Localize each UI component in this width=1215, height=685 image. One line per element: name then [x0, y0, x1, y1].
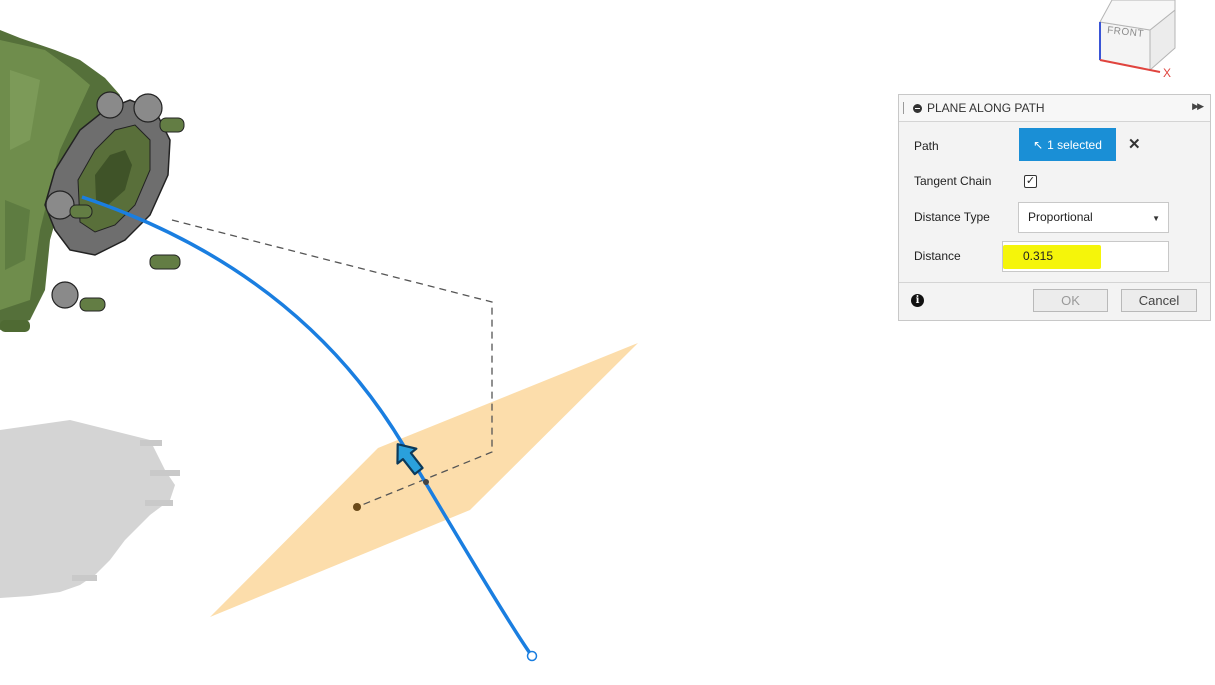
- viewcube-x-axis-label: X: [1163, 66, 1172, 80]
- distance-label: Distance: [914, 249, 961, 263]
- 3d-model-housing[interactable]: [0, 30, 185, 332]
- checkbox-check-icon: ✓: [1025, 174, 1036, 187]
- distance-type-select[interactable]: Proportional ▼: [1018, 201, 1169, 233]
- model-shadow: [0, 420, 180, 598]
- dropdown-arrow-icon: ▼: [1152, 213, 1160, 223]
- dialog-title: PLANE ALONG PATH: [927, 101, 1045, 115]
- path-select-button[interactable]: ↖ 1 selected: [1019, 128, 1116, 161]
- tangent-chain-label: Tangent Chain: [914, 174, 992, 188]
- plane-along-path-dialog: PLANE ALONG PATH ▶▶ Path ↖ 1 selected ✕ …: [898, 94, 1211, 321]
- ok-button[interactable]: OK: [1033, 289, 1108, 312]
- plane-origin-point: [353, 503, 361, 511]
- tangent-chain-checkbox[interactable]: ✓: [1024, 174, 1037, 188]
- path-row: Path ↖ 1 selected ✕: [899, 128, 1210, 164]
- path-intersection-point: [423, 479, 429, 485]
- distance-input[interactable]: 0.315: [1002, 240, 1169, 272]
- distance-type-value: Proportional: [1028, 210, 1093, 224]
- path-end-point[interactable]: [526, 650, 538, 662]
- tangent-chain-row: Tangent Chain ✓: [899, 163, 1210, 199]
- cancel-button[interactable]: Cancel: [1121, 289, 1197, 312]
- distance-row: Distance 0.315: [899, 238, 1210, 274]
- drag-handle-icon[interactable]: [903, 102, 906, 114]
- info-icon[interactable]: i: [911, 294, 924, 307]
- path-select-label: 1 selected: [1047, 137, 1102, 152]
- cursor-icon: ↖: [1033, 137, 1044, 152]
- dialog-footer: i OK Cancel: [899, 282, 1210, 321]
- clear-icon[interactable]: ✕: [1128, 135, 1141, 153]
- dialog-header[interactable]: PLANE ALONG PATH ▶▶: [899, 95, 1210, 122]
- distance-type-row: Distance Type Proportional ▼: [899, 199, 1210, 235]
- expand-icon[interactable]: ▶▶: [1192, 101, 1204, 112]
- distance-type-label: Distance Type: [914, 210, 990, 224]
- distance-value: 0.315: [1023, 249, 1054, 263]
- minimize-icon[interactable]: [913, 103, 922, 113]
- path-label: Path: [914, 139, 939, 153]
